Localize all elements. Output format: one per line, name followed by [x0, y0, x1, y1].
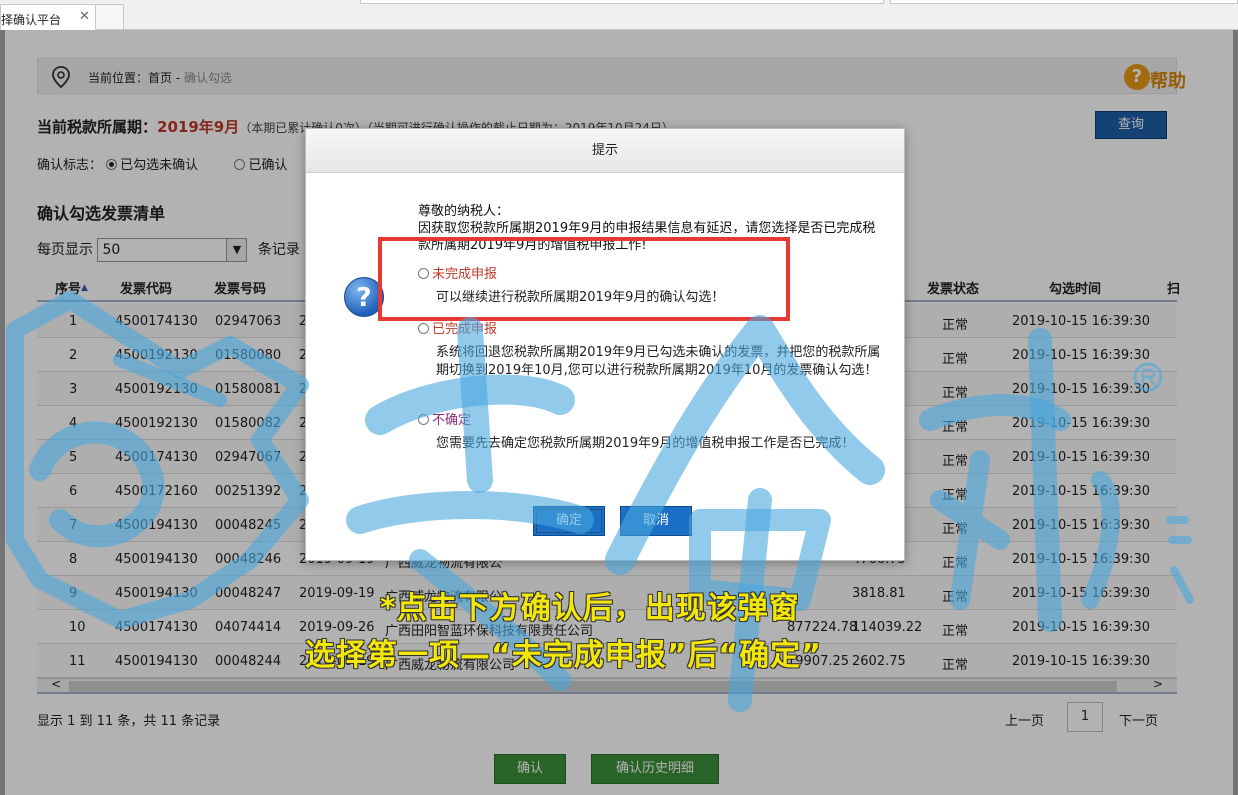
new-tab-button[interactable]: [96, 4, 124, 30]
option-label-unsure[interactable]: 不确定: [432, 413, 471, 428]
address-bar[interactable]: [360, 0, 884, 4]
option-filed[interactable]: 已完成申报: [418, 321, 497, 339]
search-bar[interactable]: [890, 0, 1238, 4]
dialog-ok-button[interactable]: 确定: [533, 506, 605, 536]
browser-tab[interactable]: 择确认平台 ✕: [0, 4, 96, 30]
prompt-dialog: 提示 ? 尊敬的纳税人： 因获取您税款所属期2019年9月的申报结果信息有延迟，…: [305, 128, 905, 561]
option-unsure[interactable]: 不确定: [418, 412, 471, 430]
dialog-cancel-button[interactable]: 取消: [620, 506, 692, 536]
option-radio-unsure[interactable]: [418, 414, 429, 425]
browser-tab-strip: 择确认平台 ✕: [0, 0, 1238, 30]
option-label-filed[interactable]: 已完成申报: [432, 322, 497, 337]
caption-line-2: 选择第一项—“未完成申报”后“确定”: [305, 638, 822, 673]
option-desc-unsure: 您需要先去确定您税款所属期2019年9月的增值税申报工作是否已完成！: [436, 436, 855, 451]
option-desc-filed: 系统将回退您税款所属期2019年9月已勾选未确认的发票，并把您的税款所属期切换到…: [436, 345, 881, 378]
highlight-box: [378, 237, 790, 321]
dialog-title: 提示: [306, 129, 904, 173]
dialog-greeting: 尊敬的纳税人：: [418, 204, 510, 219]
option-radio-filed[interactable]: [418, 323, 429, 334]
caption-line-1: *点击下方确认后，出现该弹窗: [380, 591, 800, 626]
browser-tab-title: 择确认平台: [1, 13, 62, 27]
close-icon[interactable]: ✕: [79, 9, 90, 24]
